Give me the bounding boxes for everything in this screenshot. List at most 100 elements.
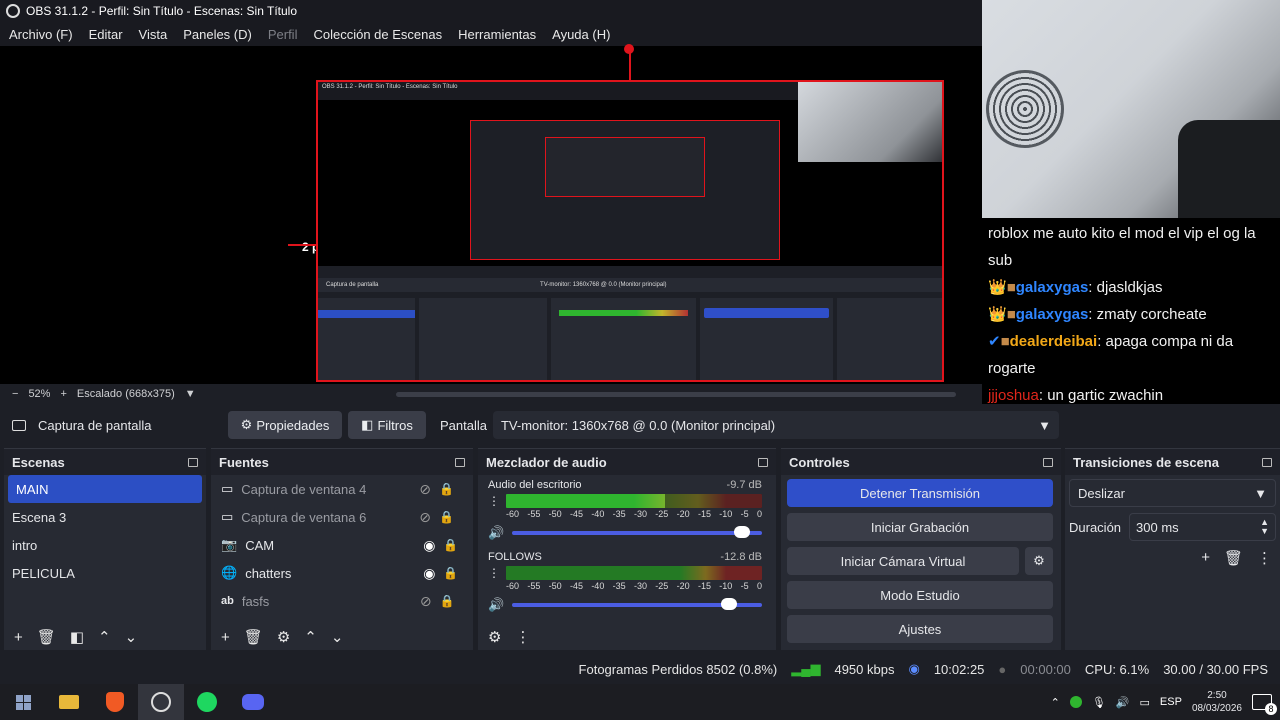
network-icon[interactable]: ▭	[1140, 696, 1150, 709]
chevron-down-icon[interactable]: ▼	[185, 388, 196, 400]
preview-scrollbar[interactable]	[395, 391, 956, 397]
lock-icon[interactable]: 🔒	[439, 510, 454, 524]
duration-input[interactable]: 300 ms ▲ ▼	[1129, 513, 1276, 541]
source-item[interactable]: ab fasfs ⊘ 🔒	[211, 587, 473, 615]
more-icon[interactable]: ⋮	[1257, 549, 1272, 567]
speaker-icon[interactable]: 🔊	[488, 597, 504, 613]
chevron-up-icon[interactable]: ⌃	[304, 628, 317, 646]
duration-value: 300 ms	[1136, 519, 1179, 535]
selection-handle-top[interactable]	[624, 44, 634, 54]
volume-icon[interactable]: 🔊	[1116, 696, 1130, 709]
menu-perfil[interactable]: Perfil	[259, 27, 305, 42]
properties-button[interactable]: ⚙ Propiedades	[228, 411, 342, 439]
notifications-icon[interactable]: 8	[1252, 694, 1277, 715]
chevron-down-icon[interactable]: ⌄	[331, 628, 344, 646]
stop-stream-button[interactable]: Detener Transmisión	[787, 479, 1053, 507]
volume-slider[interactable]	[512, 598, 762, 610]
source-item[interactable]: 🌐 chatters ◉ 🔒	[211, 559, 473, 587]
undock-icon[interactable]	[758, 457, 768, 467]
chevron-up-icon[interactable]: ⌃	[98, 628, 111, 646]
lock-icon[interactable]: 🔒	[443, 538, 458, 552]
more-icon[interactable]: ⋮	[515, 628, 530, 646]
filters-button[interactable]: ◧ Filtros	[348, 411, 426, 439]
status-dot-icon[interactable]	[1069, 696, 1082, 708]
channel-menu-icon[interactable]: ⋮	[488, 494, 500, 508]
scene-item[interactable]: PELICULA	[4, 559, 206, 587]
scene-item[interactable]: Escena 3	[4, 503, 206, 531]
lock-icon[interactable]: 🔒	[439, 482, 454, 496]
scale-tick: -35	[612, 581, 626, 591]
virtual-camera-button[interactable]: Iniciar Cámara Virtual	[787, 547, 1019, 575]
gear-icon[interactable]: ⚙	[488, 628, 501, 646]
inner-selected-scene	[318, 310, 416, 318]
eye-off-icon[interactable]: ⊘	[419, 509, 431, 526]
eye-off-icon[interactable]: ⊘	[419, 481, 431, 498]
eye-off-icon[interactable]: ⊘	[420, 593, 432, 610]
menu-archivo[interactable]: Archivo (F)	[0, 27, 80, 42]
studio-mode-button[interactable]: Modo Estudio	[787, 581, 1053, 609]
eye-icon[interactable]: ◉	[423, 537, 435, 554]
source-item[interactable]: ▭ Captura de ventana 4 ⊘ 🔒	[211, 475, 473, 503]
meter-scale: -60 -55 -50 -45 -40 -35 -30 -25 -20 -15 -10 -5 0	[506, 581, 762, 591]
discord-icon[interactable]	[230, 684, 276, 720]
scene-item[interactable]: intro	[4, 531, 206, 559]
lock-icon[interactable]: 🔒	[443, 566, 458, 580]
window-title: OBS 31.1.2 - Perfil: Sin Título - Escena…	[26, 4, 298, 18]
zoom-in-icon[interactable]: +	[60, 388, 66, 400]
menu-ayuda[interactable]: Ayuda (H)	[543, 27, 617, 42]
menu-herramientas[interactable]: Herramientas	[449, 27, 543, 42]
spin-arrows-icon[interactable]: ▲ ▼	[1260, 518, 1269, 536]
chevron-down-icon[interactable]: ⌄	[125, 628, 138, 646]
source-item[interactable]: ▭ Captura de ventana 6 ⊘ 🔒	[211, 503, 473, 531]
menu-editar[interactable]: Editar	[80, 27, 130, 42]
undock-icon[interactable]	[1262, 457, 1272, 467]
inner-meter	[558, 310, 688, 316]
avatar-icon: ■	[1006, 279, 1016, 296]
menu-coleccion[interactable]: Colección de Escenas	[304, 27, 449, 42]
channel-meter-row: ⋮ -60 -55 -50 -45 -40 -35 -30 -25 -20 -15 -10 -5 0	[488, 566, 762, 591]
obs-taskbar-icon[interactable]	[138, 684, 184, 720]
display-select[interactable]: TV-monitor: 1360x768 @ 0.0 (Monitor prin…	[492, 411, 1059, 439]
gear-icon[interactable]: ⚙	[277, 628, 290, 646]
undock-icon[interactable]	[188, 457, 198, 467]
meter-wrap: -60 -55 -50 -45 -40 -35 -30 -25 -20 -15 -10 -5 0	[506, 494, 762, 519]
volume-knob[interactable]	[721, 598, 738, 610]
scale-tick: -30	[633, 509, 647, 519]
display-select-value: TV-monitor: 1360x768 @ 0.0 (Monitor prin…	[500, 417, 776, 433]
trash-icon[interactable]: 🗑	[37, 628, 56, 646]
volume-row: 🔊	[488, 525, 762, 541]
undock-icon[interactable]	[1043, 457, 1053, 467]
undock-icon[interactable]	[455, 457, 465, 467]
add-icon[interactable]: +	[14, 629, 23, 646]
filter-icon[interactable]: ◧	[70, 628, 84, 646]
windows-start-icon[interactable]	[0, 684, 46, 720]
transition-select[interactable]: Deslizar ▼	[1069, 479, 1276, 507]
start-recording-button[interactable]: Iniciar Grabación	[787, 513, 1053, 541]
menu-paneles[interactable]: Paneles (D)	[174, 27, 259, 42]
speaker-icon[interactable]: 🔊	[488, 525, 504, 541]
add-icon[interactable]: +	[1201, 549, 1210, 567]
trash-icon[interactable]: 🗑	[244, 628, 263, 646]
volume-knob[interactable]	[733, 526, 750, 538]
file-explorer-icon[interactable]	[46, 684, 92, 720]
lock-icon[interactable]: 🔒	[440, 594, 455, 608]
channel-menu-icon[interactable]: ⋮	[488, 566, 500, 580]
source-item[interactable]: 📷 CAM ◉ 🔒	[211, 531, 473, 559]
screen-capture-source[interactable]: OBS 31.1.2 - Perfil: Sin Título - Escena…	[316, 80, 944, 382]
microphone-icon[interactable]: 🎙	[1092, 696, 1106, 709]
volume-slider[interactable]	[512, 526, 762, 538]
clock[interactable]: 2:50 08/03/2026	[1192, 689, 1242, 715]
audio-mixer-dock: Mezclador de audio Audio del escritorio -…	[478, 448, 776, 650]
zoom-out-icon[interactable]: −	[12, 388, 18, 400]
language-indicator[interactable]: ESP	[1160, 696, 1182, 708]
eye-icon[interactable]: ◉	[423, 565, 435, 582]
add-icon[interactable]: +	[221, 629, 230, 646]
virtual-camera-settings-icon[interactable]: ⚙	[1025, 547, 1053, 575]
chevron-up-icon[interactable]: ⌃	[1051, 696, 1060, 709]
menu-vista[interactable]: Vista	[130, 27, 175, 42]
brave-browser-icon[interactable]	[92, 684, 138, 720]
trash-icon[interactable]: 🗑	[1224, 549, 1243, 567]
settings-button[interactable]: Ajustes	[787, 615, 1053, 643]
scene-item[interactable]: MAIN	[8, 475, 202, 503]
spotify-icon[interactable]	[184, 684, 230, 720]
